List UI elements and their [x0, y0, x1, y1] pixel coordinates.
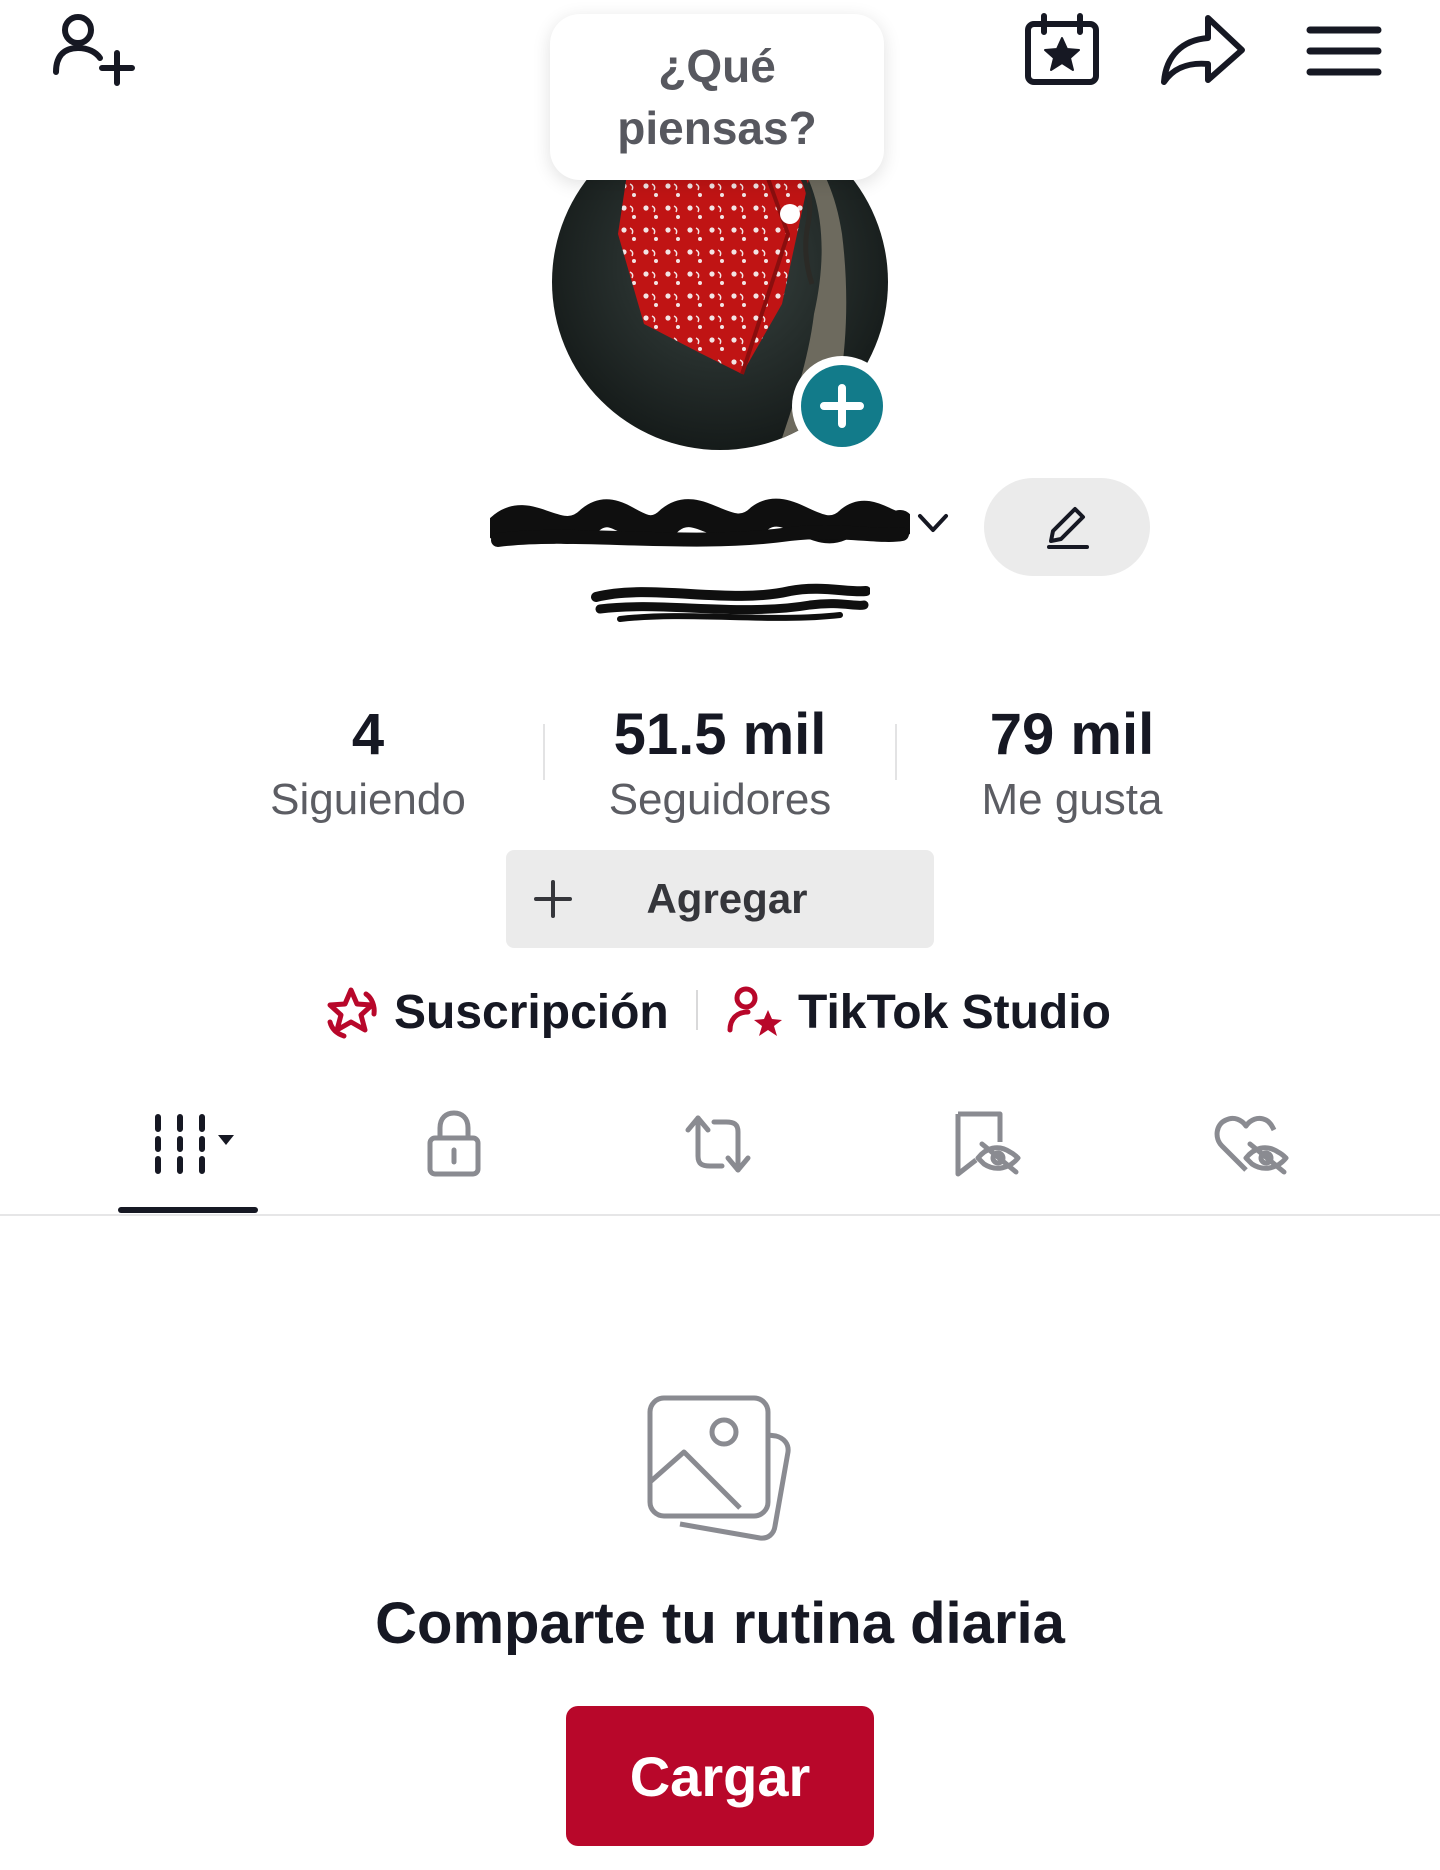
- hamburger-menu-icon[interactable]: [1302, 14, 1386, 84]
- empty-state-title: Comparte tu rutina diaria: [375, 1591, 1065, 1656]
- subscription-link[interactable]: Suscripción: [322, 980, 669, 1044]
- tab-videos[interactable]: [128, 1104, 248, 1184]
- upload-button[interactable]: Cargar: [566, 1706, 874, 1846]
- status-bubble[interactable]: ¿Qué piensas?: [550, 14, 884, 180]
- add-story-button[interactable]: [792, 356, 892, 456]
- tab-private[interactable]: [394, 1104, 514, 1184]
- star-refresh-icon: [327, 987, 377, 1039]
- videos-grid-icon: [155, 1114, 234, 1174]
- plus-icon: [534, 880, 572, 918]
- pencil-icon: [1047, 507, 1089, 549]
- tabs-divider: [0, 1214, 1440, 1216]
- stat-divider: [543, 724, 545, 780]
- add-bio-label: Agregar: [646, 875, 808, 922]
- stat-followers[interactable]: 51.5 mil Seguidores: [570, 700, 870, 828]
- tab-favorites[interactable]: [926, 1104, 1046, 1184]
- tab-reposts[interactable]: [658, 1104, 778, 1184]
- tab-liked[interactable]: [1192, 1104, 1312, 1184]
- edit-profile-button[interactable]: [984, 478, 1150, 576]
- redaction-scribble: [591, 583, 870, 622]
- add-friend-icon[interactable]: [52, 10, 144, 90]
- add-bio-button[interactable]: Agregar: [506, 850, 934, 948]
- bubble-tail-dot: [780, 204, 800, 224]
- status-bubble-text: ¿Qué piensas?: [617, 40, 817, 154]
- display-name-row[interactable]: [480, 490, 960, 560]
- subscription-label: Suscripción: [394, 985, 669, 1039]
- stat-label: Seguidores: [608, 775, 832, 824]
- links-divider: [696, 990, 698, 1030]
- tiktok-studio-label: TikTok Studio: [798, 985, 1111, 1039]
- stat-value: 79 mil: [989, 702, 1155, 767]
- stat-label: Me gusta: [981, 775, 1163, 824]
- heart-hidden-icon: [1214, 1115, 1289, 1175]
- plus-icon: [820, 384, 864, 428]
- stat-divider: [895, 724, 897, 780]
- stat-likes[interactable]: 79 mil Me gusta: [922, 700, 1222, 828]
- active-tab-indicator: [118, 1207, 258, 1213]
- stat-value: 51.5 mil: [613, 702, 827, 767]
- repost-icon: [685, 1115, 751, 1173]
- stat-label: Siguiendo: [270, 775, 466, 824]
- lock-icon: [427, 1110, 481, 1177]
- photos-icon: [640, 1388, 800, 1548]
- tiktok-studio-link[interactable]: TikTok Studio: [726, 980, 1111, 1044]
- bookmark-hidden-icon: [955, 1111, 1021, 1177]
- stat-value: 4: [351, 702, 385, 767]
- redaction-scribble: [490, 498, 910, 547]
- person-star-icon: [727, 986, 782, 1036]
- stat-following[interactable]: 4 Siguiendo: [218, 700, 518, 828]
- chevron-down-icon[interactable]: [916, 512, 950, 536]
- calendar-star-icon[interactable]: [1022, 10, 1102, 90]
- share-arrow-icon[interactable]: [1158, 10, 1248, 90]
